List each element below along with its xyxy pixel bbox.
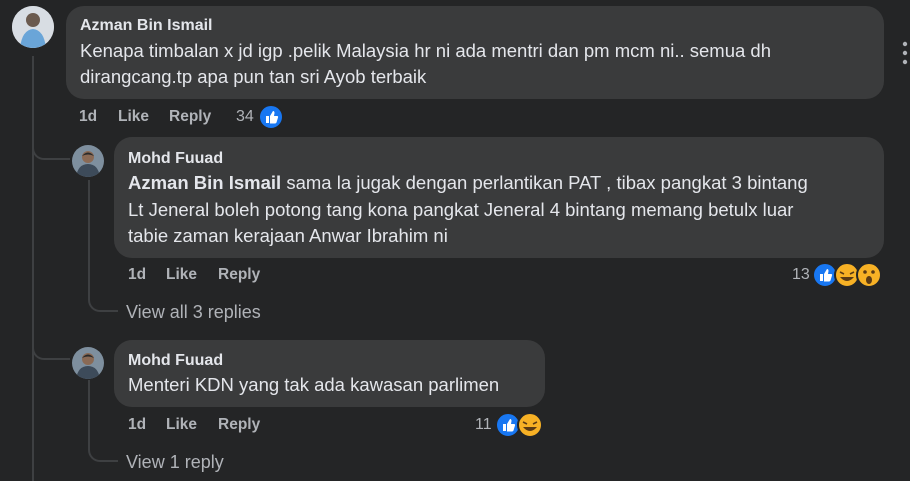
more-options-icon[interactable] (900, 38, 910, 68)
reaction-icons (495, 412, 543, 438)
thread-line-branch-1 (32, 142, 70, 160)
comment-author[interactable]: Azman Bin Ismail (80, 17, 212, 35)
comment-text-line: Kenapa timbalan x jd igp .pelik Malaysia… (80, 40, 772, 61)
mention-link[interactable]: Azman Bin Ismail (128, 172, 281, 193)
comment-text-line: Lt Jeneral boleh potong tang kona pangka… (128, 199, 794, 220)
comment-author[interactable]: Mohd Fuuad (128, 150, 223, 168)
reply-button[interactable]: Reply (169, 108, 211, 126)
person-avatar-icon (72, 145, 104, 177)
thread-line-sub-1 (88, 180, 90, 296)
comment-timestamp[interactable]: 1d (128, 266, 146, 284)
reaction-count[interactable]: 13 (792, 266, 810, 284)
view-replies-link[interactable]: View 1 reply (126, 452, 224, 473)
reaction-count[interactable]: 11 (475, 416, 492, 434)
reactions[interactable] (812, 262, 884, 288)
person-avatar-icon (12, 6, 54, 48)
comment-timestamp[interactable]: 1d (128, 416, 146, 434)
like-button[interactable]: Like (166, 416, 197, 434)
comment-timestamp[interactable]: 1d (79, 108, 97, 126)
thread-line-sub-2-end (88, 440, 118, 462)
like-button[interactable]: Like (166, 266, 197, 284)
comment-text: sama la jugak dengan perlantikan PAT , t… (281, 172, 808, 193)
reply-bubble: Mohd Fuuad Menteri KDN yang tak ada kawa… (114, 340, 545, 407)
reactions[interactable] (258, 104, 284, 130)
avatar[interactable] (12, 6, 54, 48)
avatar[interactable] (72, 145, 104, 177)
view-replies-link[interactable]: View all 3 replies (126, 302, 261, 323)
comment-text-line: dirangcang.tp apa pun tan sri Ayob terba… (80, 66, 427, 87)
comment-text-line: Azman Bin Ismail sama la jugak dengan pe… (128, 170, 808, 196)
like-reaction-icon (258, 104, 284, 130)
reply-button[interactable]: Reply (218, 416, 260, 434)
reactions[interactable] (495, 412, 545, 438)
comment-text-line: tabie zaman kerajaan Anwar Ibrahim ni (128, 225, 448, 246)
reaction-count[interactable]: 34 (236, 108, 254, 126)
reply-bubble: Mohd Fuuad Azman Bin Ismail sama la juga… (114, 137, 884, 258)
comment-author[interactable]: Mohd Fuuad (128, 352, 223, 370)
thread-line-branch-2 (32, 340, 70, 360)
reply-button[interactable]: Reply (218, 266, 260, 284)
thread-line-sub-1-end (88, 290, 118, 312)
comment-bubble: Azman Bin Ismail Kenapa timbalan x jd ig… (66, 6, 884, 99)
person-avatar-icon (72, 347, 104, 379)
thread-line-main (32, 56, 34, 481)
thread-line-sub-2 (88, 380, 90, 446)
comment-text-line: Menteri KDN yang tak ada kawasan parlime… (128, 374, 500, 395)
reaction-icons (812, 262, 882, 288)
avatar[interactable] (72, 347, 104, 379)
like-button[interactable]: Like (118, 108, 149, 126)
